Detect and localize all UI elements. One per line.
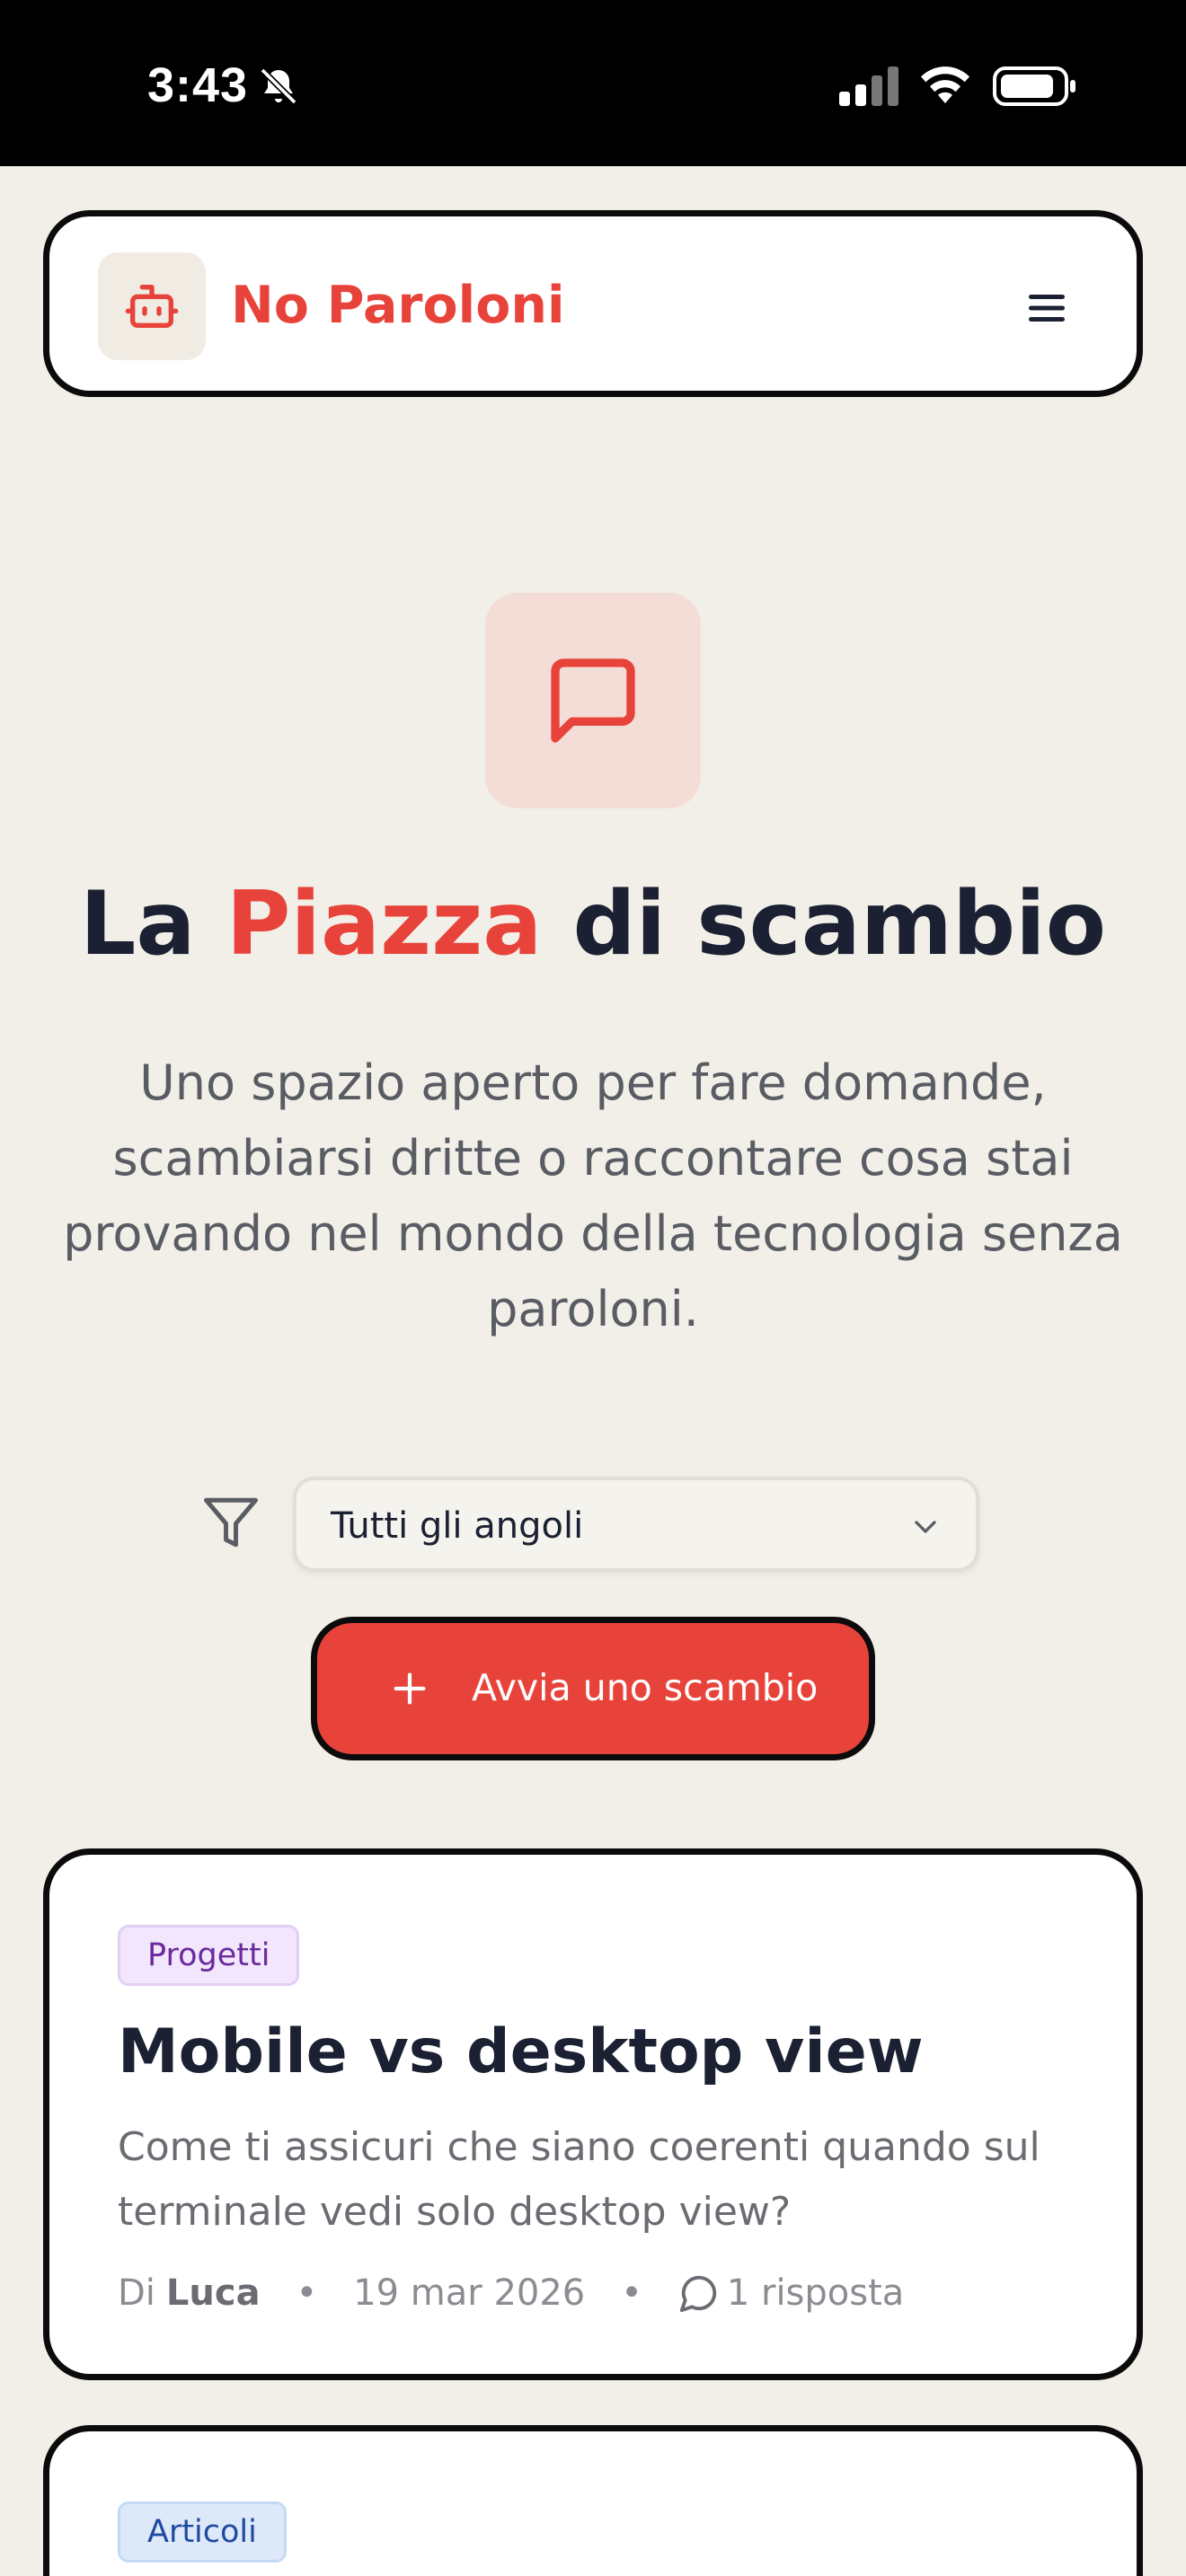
site-header: No Paroloni bbox=[43, 210, 1143, 397]
wifi-icon bbox=[921, 66, 969, 103]
bell-muted-icon bbox=[260, 67, 297, 105]
author-prefix: Di bbox=[118, 2272, 155, 2314]
start-exchange-label: Avvia uno scambio bbox=[472, 1666, 819, 1709]
category-select-value: Tutti gli angoli bbox=[331, 1505, 584, 1547]
meta-separator: • bbox=[296, 2272, 318, 2314]
brand-name[interactable]: No Paroloni bbox=[231, 276, 565, 335]
robot-icon bbox=[125, 285, 179, 328]
plus-icon bbox=[394, 1672, 426, 1705]
chat-bubble-icon bbox=[551, 658, 635, 743]
page-subtitle: Uno spazio aperto per fare domande, scam… bbox=[63, 1054, 1123, 1337]
status-time: 3:43 bbox=[147, 58, 249, 112]
cellular-signal-icon bbox=[839, 66, 898, 106]
page-title: La Piazza di scambio bbox=[0, 873, 1186, 975]
category-tag[interactable]: Articoli bbox=[118, 2501, 287, 2563]
title-part1: La bbox=[79, 873, 226, 975]
status-bar: 3:43 bbox=[0, 0, 1186, 166]
thread-card[interactable]: Progetti Mobile vs desktop view Come ti … bbox=[43, 1848, 1143, 2380]
chevron-down-icon bbox=[915, 1521, 936, 1533]
category-select[interactable]: Tutti gli angoli bbox=[293, 1477, 979, 1572]
title-accent: Piazza bbox=[226, 873, 543, 975]
hero-icon-box bbox=[485, 593, 701, 808]
thread-meta: Di Luca • 19 mar 2026 • 1 risposta bbox=[118, 2266, 904, 2320]
hamburger-menu-icon[interactable] bbox=[1020, 281, 1074, 335]
battery-icon bbox=[993, 66, 1075, 106]
thread-title[interactable]: Mobile vs desktop view bbox=[118, 2016, 924, 2087]
title-part2: di scambio bbox=[542, 873, 1107, 975]
reply-count: 1 risposta bbox=[726, 2272, 905, 2314]
filter-icon bbox=[204, 1497, 258, 1548]
category-tag[interactable]: Progetti bbox=[118, 1925, 300, 1986]
comment-icon bbox=[679, 2275, 716, 2313]
thread-date: 19 mar 2026 bbox=[353, 2272, 586, 2314]
start-exchange-button[interactable]: Avvia uno scambio bbox=[311, 1617, 875, 1760]
logo[interactable] bbox=[98, 252, 206, 360]
meta-separator: • bbox=[621, 2272, 642, 2314]
thread-card[interactable]: Articoli bbox=[43, 2425, 1143, 2576]
thread-description: Come ti assicuri che siano coerenti quan… bbox=[118, 2124, 1040, 2235]
thread-author: Luca bbox=[165, 2272, 261, 2314]
